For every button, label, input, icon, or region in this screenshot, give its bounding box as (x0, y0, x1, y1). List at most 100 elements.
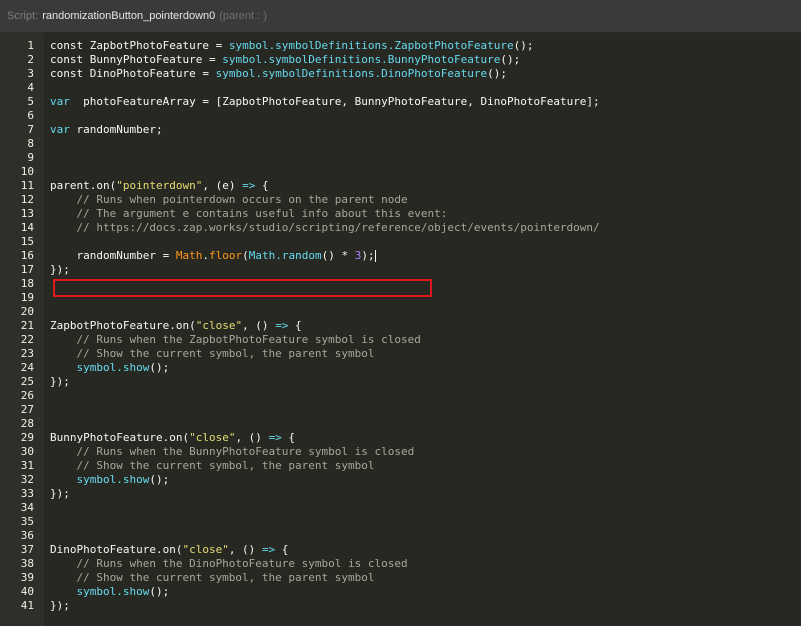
code-line[interactable] (50, 515, 801, 529)
script-title-bar: Script: randomizationButton_pointerdown0… (0, 0, 801, 33)
code-token: var (50, 95, 70, 108)
code-line[interactable]: const DinoPhotoFeature = symbol.symbolDe… (50, 67, 801, 81)
code-line[interactable] (50, 291, 801, 305)
code-token: // The argument e contains useful info a… (50, 207, 448, 220)
line-number: 28 (20, 417, 34, 430)
code-line[interactable] (50, 165, 801, 179)
code-line[interactable]: }); (50, 375, 801, 389)
code-line[interactable] (50, 403, 801, 417)
line-number: 2 (27, 53, 34, 66)
code-line[interactable]: // Runs when pointerdown occurs on the p… (50, 193, 801, 207)
code-token: "close" (195, 319, 243, 332)
code-token: }); (50, 375, 70, 388)
code-line[interactable]: var photoFeatureArray = [ZapbotPhotoFeat… (50, 95, 801, 109)
code-token: DinoPhotoFeature = (89, 67, 216, 80)
code-token: // Runs when the ZapbotPhotoFeature symb… (50, 333, 421, 346)
code-line[interactable]: parent.on("pointerdown", (e) => { (50, 179, 801, 193)
script-editor-window: Script: randomizationButton_pointerdown0… (0, 0, 801, 626)
code-line[interactable] (50, 151, 801, 165)
code-token: { (281, 431, 296, 444)
code-token: ZapbotPhotoFeature.on( (50, 319, 196, 332)
code-token: (); (149, 361, 170, 374)
line-number: 9 (27, 151, 34, 164)
code-line[interactable]: // https://docs.zap.works/studio/scripti… (50, 221, 801, 235)
code-token: Math.random (248, 249, 322, 262)
code-token: parent.on( (50, 179, 117, 192)
line-number: 6 (27, 109, 34, 122)
line-number: 24 (20, 361, 34, 374)
code-token: // Runs when the BunnyPhotoFeature symbo… (50, 445, 415, 458)
code-line[interactable]: // Show the current symbol, the parent s… (50, 571, 801, 585)
code-line[interactable]: }); (50, 263, 801, 277)
code-line[interactable]: symbol.show(); (50, 585, 801, 599)
code-line[interactable] (50, 235, 801, 249)
script-name[interactable]: randomizationButton_pointerdown0 (42, 10, 215, 22)
code-line[interactable]: }); (50, 487, 801, 501)
line-number: 27 (20, 403, 34, 416)
code-token: }); (50, 487, 70, 500)
code-token: (); (149, 585, 170, 598)
code-token: symbol.symbolDefinitions.DinoPhotoFeatur… (215, 67, 488, 80)
line-number: 5 (27, 95, 34, 108)
code-line[interactable]: DinoPhotoFeature.on("close", () => { (50, 543, 801, 557)
code-line[interactable] (50, 277, 801, 291)
code-editor[interactable]: 1 2 3 4 5 6 7 8 9 10 11 12 13 14 15 16 17 18 19 20 21 22 23 24 2… (0, 33, 801, 626)
line-number: 14 (20, 221, 34, 234)
code-token: (); (513, 39, 534, 52)
code-line[interactable] (50, 529, 801, 543)
code-line[interactable] (50, 389, 801, 403)
code-line[interactable] (50, 109, 801, 123)
code-token: ( (242, 249, 249, 262)
code-line[interactable]: const BunnyPhotoFeature = symbol.symbolD… (50, 53, 801, 67)
code-line[interactable] (50, 137, 801, 151)
code-token: // Show the current symbol, the parent s… (50, 459, 375, 472)
code-token: // Show the current symbol, the parent s… (50, 571, 375, 584)
line-number: 29 (20, 431, 34, 444)
code-line[interactable]: // Runs when the DinoPhotoFeature symbol… (50, 557, 801, 571)
code-token: (); (487, 67, 507, 80)
code-token: const (50, 39, 90, 52)
code-line[interactable]: symbol.show(); (50, 361, 801, 375)
line-number: 3 (27, 67, 34, 80)
code-token: "pointerdown" (116, 179, 203, 192)
code-token: symbol.show (76, 585, 150, 598)
code-line[interactable] (50, 417, 801, 431)
code-token: const (50, 67, 90, 80)
line-number: 26 (20, 389, 34, 402)
line-number: 31 (20, 459, 34, 472)
code-line[interactable] (50, 305, 801, 319)
code-line[interactable]: // Runs when the BunnyPhotoFeature symbo… (50, 445, 801, 459)
code-line[interactable]: symbol.show(); (50, 473, 801, 487)
code-line[interactable]: BunnyPhotoFeature.on("close", () => { (50, 431, 801, 445)
code-token: // Runs when pointerdown occurs on the p… (50, 193, 408, 206)
code-token: randomNumber; (69, 123, 163, 136)
code-line[interactable]: // Show the current symbol, the parent s… (50, 459, 801, 473)
code-line[interactable]: // Runs when the ZapbotPhotoFeature symb… (50, 333, 801, 347)
code-line[interactable] (50, 81, 801, 95)
code-token: (); (149, 473, 170, 486)
line-number: 22 (20, 333, 34, 346)
line-number: 35 (20, 515, 34, 528)
line-number: 12 (20, 193, 34, 206)
code-area[interactable]: const ZapbotPhotoFeature = symbol.symbol… (44, 33, 801, 626)
code-token: BunnyPhotoFeature = (89, 53, 223, 66)
code-line[interactable]: }); (50, 599, 801, 613)
code-token: { (255, 179, 269, 192)
line-number: 4 (27, 81, 34, 94)
code-line[interactable]: randomNumber = Math.floor(Math.random() … (50, 249, 801, 263)
line-number: 41 (20, 599, 34, 612)
line-number: 30 (20, 445, 34, 458)
code-line[interactable]: ZapbotPhotoFeature.on("close", () => { (50, 319, 801, 333)
code-token: BunnyPhotoFeature.on( (50, 431, 190, 444)
line-number: 23 (20, 347, 34, 360)
line-number: 39 (20, 571, 34, 584)
code-line[interactable]: // Show the current symbol, the parent s… (50, 347, 801, 361)
code-line[interactable] (50, 501, 801, 515)
line-number: 38 (20, 557, 34, 570)
line-number: 37 (20, 543, 34, 556)
code-line[interactable]: const ZapbotPhotoFeature = symbol.symbol… (50, 39, 801, 53)
code-token: photoFeatureArray = [ZapbotPhotoFeature,… (69, 95, 600, 108)
code-line[interactable]: var randomNumber; (50, 123, 801, 137)
code-line[interactable]: // The argument e contains useful info a… (50, 207, 801, 221)
